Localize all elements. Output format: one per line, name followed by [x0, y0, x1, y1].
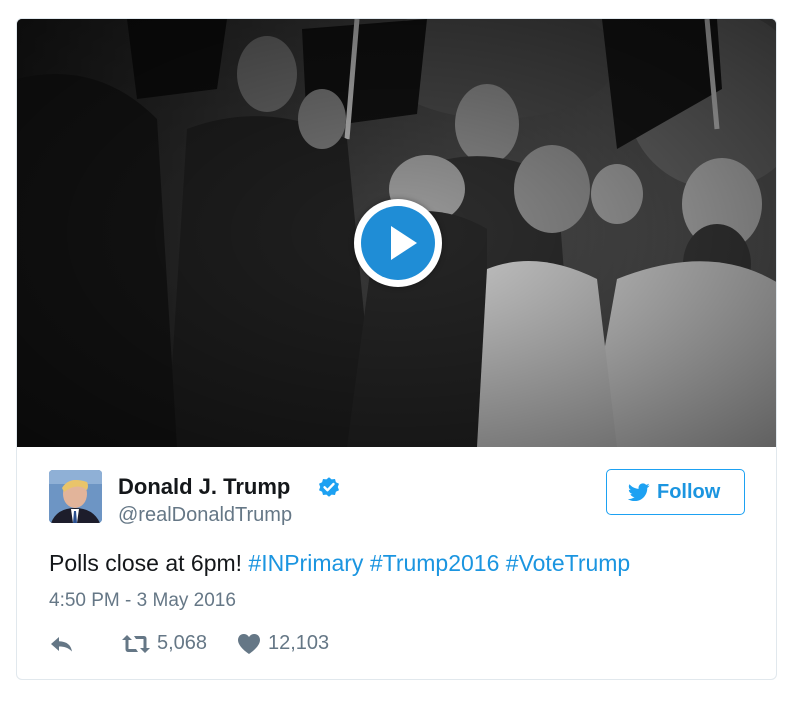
verified-badge-icon: [319, 477, 339, 497]
retweet-count: 5,068: [157, 632, 208, 654]
play-icon: [391, 226, 417, 260]
play-button[interactable]: [354, 199, 442, 287]
tweet-text: Polls close at 6pm! #INPrimary #Trump201…: [49, 550, 630, 577]
avatar-image: [49, 470, 102, 523]
hashtag-inprimary[interactable]: #INPrimary: [248, 550, 363, 576]
video-thumbnail[interactable]: [17, 19, 776, 447]
author-handle[interactable]: @realDonaldTrump: [118, 504, 292, 527]
tweet-timestamp[interactable]: 4:50 PM - 3 May 2016: [49, 590, 236, 612]
reply-icon: [51, 637, 72, 652]
embedded-tweet-card: Donald J. Trump @realDonaldTrump Follow …: [16, 18, 777, 680]
twitter-bird-icon: [628, 483, 650, 502]
play-button-circle: [361, 206, 435, 280]
hashtag-trump2016[interactable]: #Trump2016: [370, 550, 500, 576]
retweet-button[interactable]: 5,068: [121, 631, 221, 657]
like-button[interactable]: 12,103: [237, 631, 337, 657]
follow-button[interactable]: Follow: [606, 469, 745, 515]
follow-button-label: Follow: [657, 481, 721, 503]
tweet-text-plain: Polls close at 6pm!: [49, 550, 243, 576]
retweet-icon: [122, 635, 150, 653]
heart-icon: [238, 634, 260, 654]
author-name[interactable]: Donald J. Trump: [118, 474, 290, 500]
reply-button[interactable]: [49, 631, 79, 657]
avatar[interactable]: [49, 470, 102, 523]
like-count: 12,103: [268, 632, 330, 654]
hashtag-votetrump[interactable]: #VoteTrump: [506, 550, 630, 576]
